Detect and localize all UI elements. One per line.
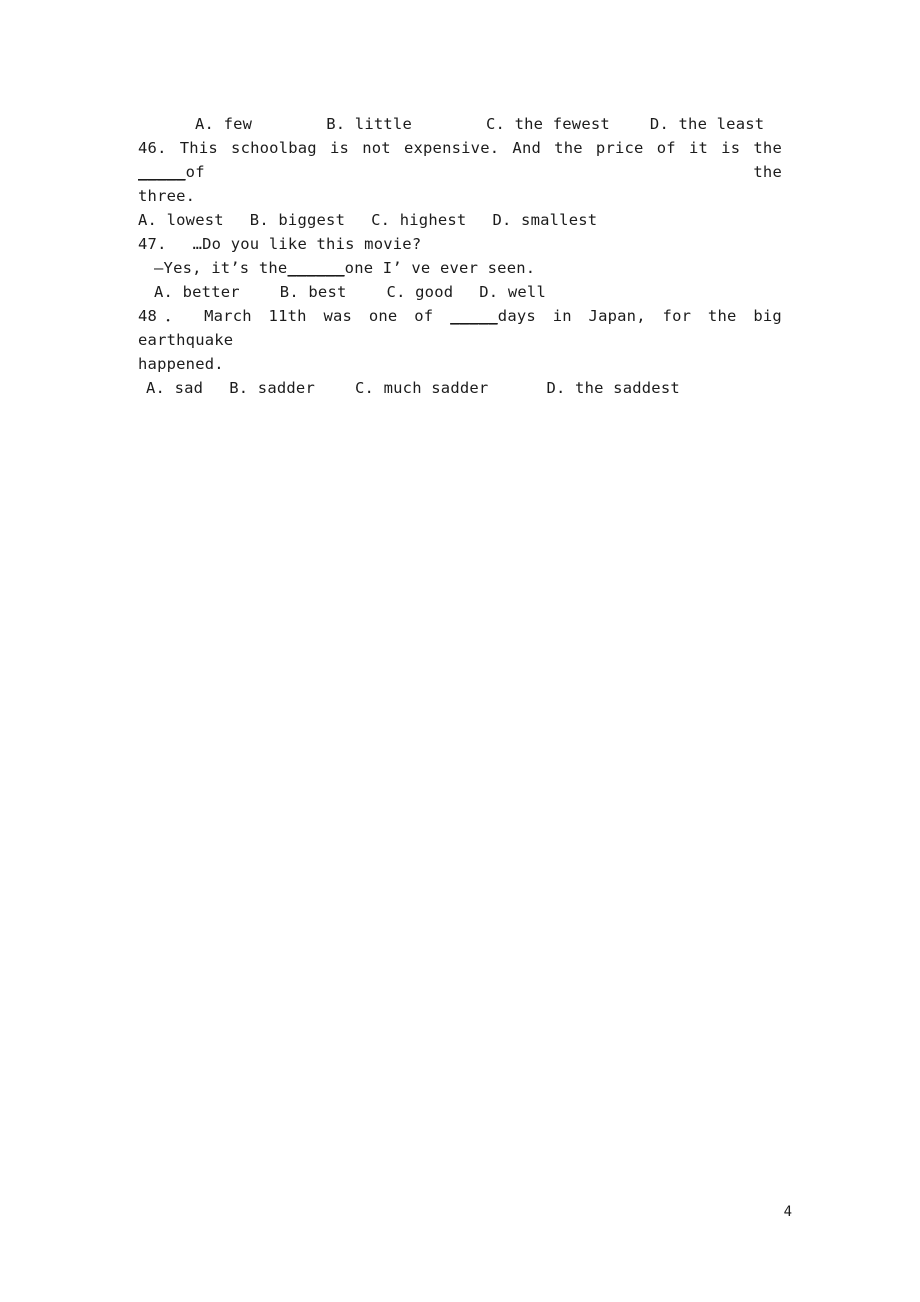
q47-reply-dash: — — [154, 259, 164, 277]
q46-answer-blank: _____ — [138, 163, 186, 181]
q46-option-c: C. highest — [371, 211, 467, 229]
q48-stem-text: March 11th — [204, 307, 307, 325]
q47-prompt: …Do you like this movie? — [192, 235, 422, 253]
q48-number: 48． — [138, 307, 188, 325]
question-47-options-line: A. better B. best C. good D. well — [138, 280, 782, 304]
q48-option-a: A. sad — [146, 379, 204, 397]
q48-stem-tail-1: for the — [662, 307, 737, 325]
q45-option-d: D. the least — [649, 115, 765, 133]
q45-option-a: A. few — [195, 115, 253, 133]
q45-option-c: C. the fewest — [486, 115, 610, 133]
question-47-reply-line: —Yes, it’s the______one I’ ve ever seen. — [138, 256, 782, 280]
question-46-options-line: A. lowest B. biggest C. highest D. smallest — [138, 208, 782, 232]
q46-option-d: D. smallest — [492, 211, 598, 229]
question-48-stem-line: 48． March 11th was one of _____days in J… — [138, 304, 782, 352]
q46-stem-after-blank: of — [185, 163, 205, 181]
q48-option-c: C. much sadder — [355, 379, 489, 397]
question-block: A. few B. little C. the fewest D. the least… — [138, 112, 782, 400]
q47-reply-after-blank: one I’ ve ever seen. — [344, 259, 536, 277]
q46-stem-tail: the — [753, 163, 782, 181]
q46-option-b: B. biggest — [249, 211, 346, 229]
q48-stem-after-blank: days in Japan, — [497, 307, 646, 325]
q46-stem-text: This schoolbag is not expensive. And the… — [179, 139, 782, 157]
question-45-options-line: A. few B. little C. the fewest D. the least — [138, 112, 782, 136]
q47-option-b: B. best — [279, 283, 347, 301]
q48-stem-mid: was one of — [323, 307, 434, 325]
q47-option-c: C. good — [386, 283, 454, 301]
q46-number: 46. — [138, 139, 167, 157]
question-46-stem-continuation: three. — [138, 187, 196, 205]
question-48-options-line: A. sad B. sadder C. much sadder D. the sadd… — [138, 376, 782, 400]
question-46-stem-line: 46. This schoolbag is not expensive. And… — [138, 136, 782, 184]
question-48-stem-continuation: happened. — [138, 355, 224, 373]
q48-answer-blank: _____ — [450, 307, 498, 325]
q47-option-d: D. well — [479, 283, 546, 301]
q47-number: 47. — [138, 235, 167, 253]
q47-option-a: A. better — [154, 283, 240, 301]
question-47-stem-line: 47. …Do you like this movie? — [138, 232, 782, 256]
q48-option-d: D. the saddest — [546, 379, 680, 397]
q45-option-b: B. little — [326, 115, 412, 133]
q47-reply-before-blank: Yes, it’s the — [163, 259, 288, 277]
q46-option-a: A. lowest — [138, 211, 224, 229]
page-number: 4 — [783, 1204, 792, 1220]
document-page: A. few B. little C. the fewest D. the least… — [0, 0, 920, 1302]
q47-answer-blank: ______ — [287, 259, 345, 277]
q48-option-b: B. sadder — [229, 379, 315, 397]
